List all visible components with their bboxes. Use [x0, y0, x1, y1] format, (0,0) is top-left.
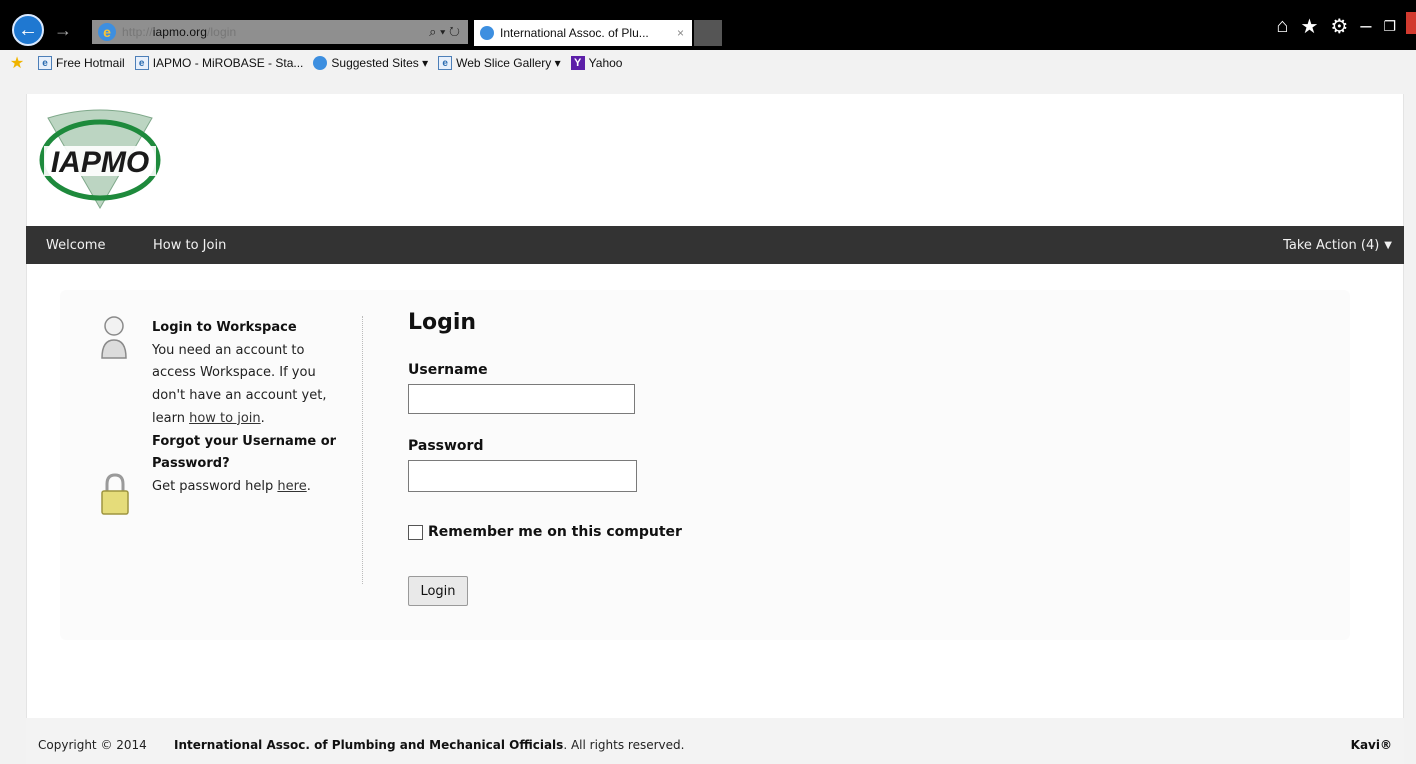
home-icon[interactable]: ⌂	[1276, 15, 1288, 38]
page-icon: e	[438, 56, 453, 70]
password-help-link[interactable]: here	[277, 479, 306, 494]
tab-title: International Assoc. of Plu...	[500, 26, 649, 40]
browser-toolbar-icons: ⌂ ★ ⚙ – ❐	[1276, 14, 1396, 39]
nav-how-to-join[interactable]: How to Join	[153, 226, 226, 264]
nav-take-action[interactable]: Take Action (4) ▼	[1283, 226, 1392, 264]
page-gutter-right	[1404, 94, 1416, 764]
ie-icon	[313, 56, 328, 70]
browser-tab[interactable]: International Assoc. of Plu... ×	[474, 20, 692, 46]
iapmo-logo[interactable]: IAPMO	[38, 108, 162, 212]
login-help: Login to Workspace You need an account t…	[152, 317, 342, 499]
logo-text: IAPMO	[51, 146, 149, 179]
favorites-star-icon: ★	[9, 55, 25, 72]
forgot-help-title: Forgot your Username or Password?	[152, 433, 337, 472]
ie-icon	[480, 26, 494, 40]
password-label: Password	[408, 438, 484, 454]
favorite-free-hotmail[interactable]: e Free Hotmail	[38, 56, 125, 70]
column-divider	[362, 316, 363, 584]
forgot-help: Forgot your Username or Password? Get pa…	[152, 433, 337, 494]
footer-copyright: Copyright © 2014	[38, 738, 147, 752]
favorites-star-icon[interactable]: ★	[1300, 14, 1318, 39]
address-url[interactable]: http://iapmo.org/login	[122, 25, 236, 39]
nav-welcome[interactable]: Welcome	[46, 226, 105, 264]
favorite-iapmo-mirobase[interactable]: e IAPMO - MiROBASE - Sta...	[134, 56, 303, 70]
address-bar[interactable]: e http://iapmo.org/login ⌕ ▾ ↻	[92, 20, 468, 44]
remember-me[interactable]: Remember me on this computer	[408, 524, 682, 540]
username-input[interactable]	[408, 384, 635, 414]
close-tab-icon[interactable]: ×	[677, 26, 684, 40]
footer-kavi-link[interactable]: Kavi®	[1351, 738, 1392, 752]
back-arrow-icon[interactable]: ←	[12, 14, 44, 46]
lock-icon	[101, 473, 129, 515]
login-title: Login	[408, 310, 477, 335]
forward-arrow-icon[interactable]: →	[54, 20, 72, 41]
main-nav-bar: Welcome How to Join Take Action (4) ▼	[26, 226, 1404, 264]
minimize-icon[interactable]: –	[1360, 15, 1371, 38]
username-label: Username	[408, 362, 488, 378]
password-input[interactable]	[408, 460, 637, 492]
workspace-help: Login to Workspace You need an account t…	[152, 320, 327, 426]
favorite-web-slice-gallery[interactable]: e Web Slice Gallery ▾	[438, 56, 561, 70]
ie-icon: e	[98, 23, 116, 41]
remember-me-label: Remember me on this computer	[428, 524, 682, 540]
page-icon: e	[134, 56, 149, 70]
user-icon	[101, 316, 127, 359]
forgot-help-body: Get password help	[152, 478, 274, 494]
favorite-yahoo[interactable]: Y Yahoo	[570, 56, 622, 70]
close-window-button[interactable]	[1406, 12, 1416, 34]
footer-org: International Assoc. of Plumbing and Mec…	[174, 738, 685, 752]
yahoo-icon: Y	[570, 56, 585, 70]
footer: Copyright © 2014 International Assoc. of…	[26, 718, 1404, 764]
page-gutter-left	[0, 94, 26, 764]
favorite-suggested-sites[interactable]: Suggested Sites ▾	[313, 56, 428, 70]
page-icon: e	[38, 56, 52, 70]
new-tab-button[interactable]	[694, 20, 722, 46]
add-favorite[interactable]: ★	[9, 55, 28, 72]
favorites-list: ★ e Free Hotmail e IAPMO - MiROBASE - Sta.…	[10, 52, 632, 74]
caret-down-icon: ▼	[1384, 239, 1392, 251]
remember-me-checkbox[interactable]	[408, 524, 423, 540]
gear-icon[interactable]: ⚙	[1330, 14, 1348, 39]
how-to-join-link[interactable]: how to join	[189, 411, 261, 426]
login-button[interactable]: Login	[408, 576, 468, 606]
address-search-refresh-icon[interactable]: ⌕ ▾ ↻	[429, 24, 460, 40]
workspace-help-title: Login to Workspace	[152, 320, 297, 335]
restore-icon[interactable]: ❐	[1383, 18, 1396, 35]
browser-title-bar: ← → e http://iapmo.org/login ⌕ ▾ ↻ Inter…	[0, 0, 1416, 50]
